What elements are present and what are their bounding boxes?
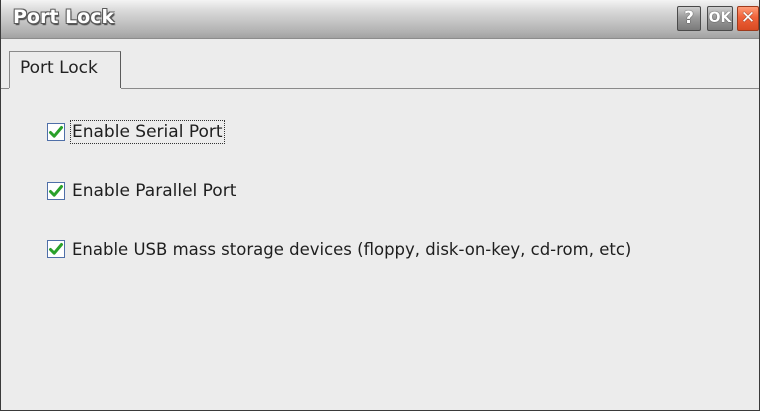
- close-button[interactable]: ✕: [737, 6, 759, 31]
- checkmark-icon: [49, 185, 63, 197]
- tab-divider: [121, 88, 759, 89]
- enable-usb-mass-storage-checkbox[interactable]: [47, 240, 65, 258]
- tab-port-lock[interactable]: Port Lock: [9, 51, 121, 88]
- enable-serial-port-label: Enable Serial Port: [70, 120, 225, 144]
- ok-button[interactable]: OK: [707, 6, 733, 31]
- tab-label: Port Lock: [20, 58, 98, 78]
- tab-divider-left: [1, 88, 9, 89]
- ok-label: OK: [708, 10, 732, 26]
- checkmark-icon: [49, 126, 63, 138]
- close-icon: ✕: [740, 8, 756, 28]
- enable-parallel-port-label: Enable Parallel Port: [72, 181, 237, 201]
- port-lock-dialog: Port Lock ? OK ✕ Port Lock Enable Serial…: [0, 0, 760, 411]
- tab-strip: Port Lock: [1, 39, 759, 89]
- enable-parallel-port-checkbox[interactable]: [47, 182, 65, 200]
- enable-serial-port-option[interactable]: Enable Serial Port: [47, 119, 225, 145]
- enable-usb-mass-storage-label: Enable USB mass storage devices (floppy,…: [72, 239, 632, 259]
- checkmark-icon: [49, 243, 63, 255]
- help-button[interactable]: ?: [677, 6, 701, 31]
- window-title: Port Lock: [13, 6, 115, 28]
- enable-parallel-port-option[interactable]: Enable Parallel Port: [47, 178, 237, 204]
- enable-serial-port-checkbox[interactable]: [47, 123, 65, 141]
- title-bar[interactable]: Port Lock ? OK ✕: [1, 0, 759, 39]
- enable-usb-mass-storage-option[interactable]: Enable USB mass storage devices (floppy,…: [47, 236, 632, 262]
- help-icon: ?: [684, 8, 694, 28]
